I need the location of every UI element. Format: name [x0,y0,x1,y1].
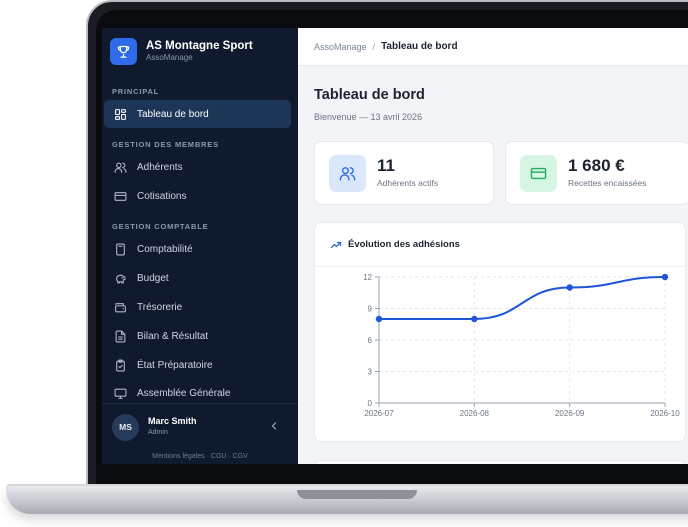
stat-label: Adhérents actifs [377,178,438,188]
user-profile[interactable]: MS Marc Smith Admin [112,412,292,442]
y-tick-label: 0 [368,399,373,408]
trophy-icon [110,37,137,65]
stat-card-recettes[interactable]: 1 680 € Recettes encaissées [505,141,688,205]
laptop-mockup: AS Montagne Sport AssoManage PRINCIPAL T… [0,0,688,527]
sidebar-item-label: Comptabilité [137,243,193,255]
brand-name: AS Montagne Sport [146,39,253,52]
page-subtitle: Bienvenue — 13 avril 2026 [314,112,423,122]
dashboard-icon [113,107,127,121]
clipboard-check-icon [113,358,127,372]
document-icon [113,329,127,343]
chevron-left-icon[interactable] [268,420,280,432]
breadcrumb: AssoManage / Tableau de bord [298,28,688,66]
breadcrumb-root[interactable]: AssoManage [314,42,367,52]
sidebar-item-budget[interactable]: Budget [104,264,291,292]
section-label-comptable: GESTION COMPTABLE [112,222,209,231]
laptop-notch [297,490,417,499]
sidebar-item-adherents[interactable]: Adhérents [104,153,291,181]
user-name: Marc Smith [148,416,197,426]
sidebar-item-label: Adhérents [137,161,183,173]
trending-up-icon [330,241,342,248]
sidebar-divider [102,403,298,404]
chart-card-adhesions: Évolution des adhésions 0 3 6 9 12 2026-07 202… [314,222,686,442]
sidebar-item-label: Cotisations [137,190,187,202]
monitor-icon [113,386,127,400]
avatar: MS [112,413,139,441]
main-content: AssoManage / Tableau de bord Tableau de … [298,28,688,464]
next-card [314,460,686,464]
data-point [566,284,573,291]
sidebar-item-label: Assemblée Générale [137,387,231,399]
sidebar-item-etat-preparatoire[interactable]: État Préparatoire [104,351,291,379]
sidebar-item-comptabilite[interactable]: Comptabilité [104,235,291,263]
breadcrumb-separator: / [372,41,376,52]
line-chart: 0 3 6 9 12 2026-07 2026-08 2026-09 2026-10 [363,273,680,418]
x-tick-label: 2026-07 [364,409,394,418]
footer-links[interactable]: Mentions légales · CGU · CGV [102,453,298,460]
y-tick-label: 6 [368,336,373,345]
y-tick-label: 9 [368,305,373,314]
users-icon [329,154,366,192]
sidebar-item-label: Trésorerie [137,301,183,313]
credit-card-icon [113,189,127,203]
x-tick-label: 2026-09 [555,409,585,418]
section-label-membres: GESTION DES MEMBRES [112,140,219,149]
sidebar-item-cotisations[interactable]: Cotisations [104,182,291,210]
user-role: Admin [148,429,168,436]
section-label-principal: PRINCIPAL [112,87,160,96]
wallet-icon [113,300,127,314]
sidebar-item-bilan[interactable]: Bilan & Résultat [104,322,291,350]
sidebar-item-tresorerie[interactable]: Trésorerie [104,293,291,321]
calculator-icon [113,242,127,256]
page-title: Tableau de bord [314,87,425,103]
data-point [375,315,383,323]
stat-value: 1 680 € [568,156,625,175]
piggy-bank-icon [113,271,127,285]
brand[interactable]: AS Montagne Sport AssoManage [102,31,298,71]
users-icon [113,160,127,174]
data-point [661,273,669,281]
sidebar: AS Montagne Sport AssoManage PRINCIPAL T… [102,28,298,464]
sidebar-item-label: Tableau de bord [137,108,209,120]
chart-title: Évolution des adhésions [348,239,460,250]
stat-value: 11 [377,156,395,175]
stat-card-adherents[interactable]: 11 Adhérents actifs [314,141,494,205]
app-screen: AS Montagne Sport AssoManage PRINCIPAL T… [102,28,688,464]
x-tick-label: 2026-08 [460,409,490,418]
stat-label: Recettes encaissées [568,178,647,188]
sidebar-item-label: État Préparatoire [137,359,213,371]
x-tick-label: 2026-10 [650,409,680,418]
data-point [471,315,478,323]
series-line [378,276,666,320]
credit-card-icon [520,154,557,192]
sidebar-item-dashboard[interactable]: Tableau de bord [104,100,291,128]
y-tick-label: 12 [363,273,372,282]
breadcrumb-current: Tableau de bord [381,41,458,52]
y-tick-label: 3 [368,368,373,377]
brand-subtitle: AssoManage [146,52,193,62]
sidebar-item-label: Bilan & Résultat [137,330,209,342]
sidebar-item-label: Budget [137,272,169,284]
